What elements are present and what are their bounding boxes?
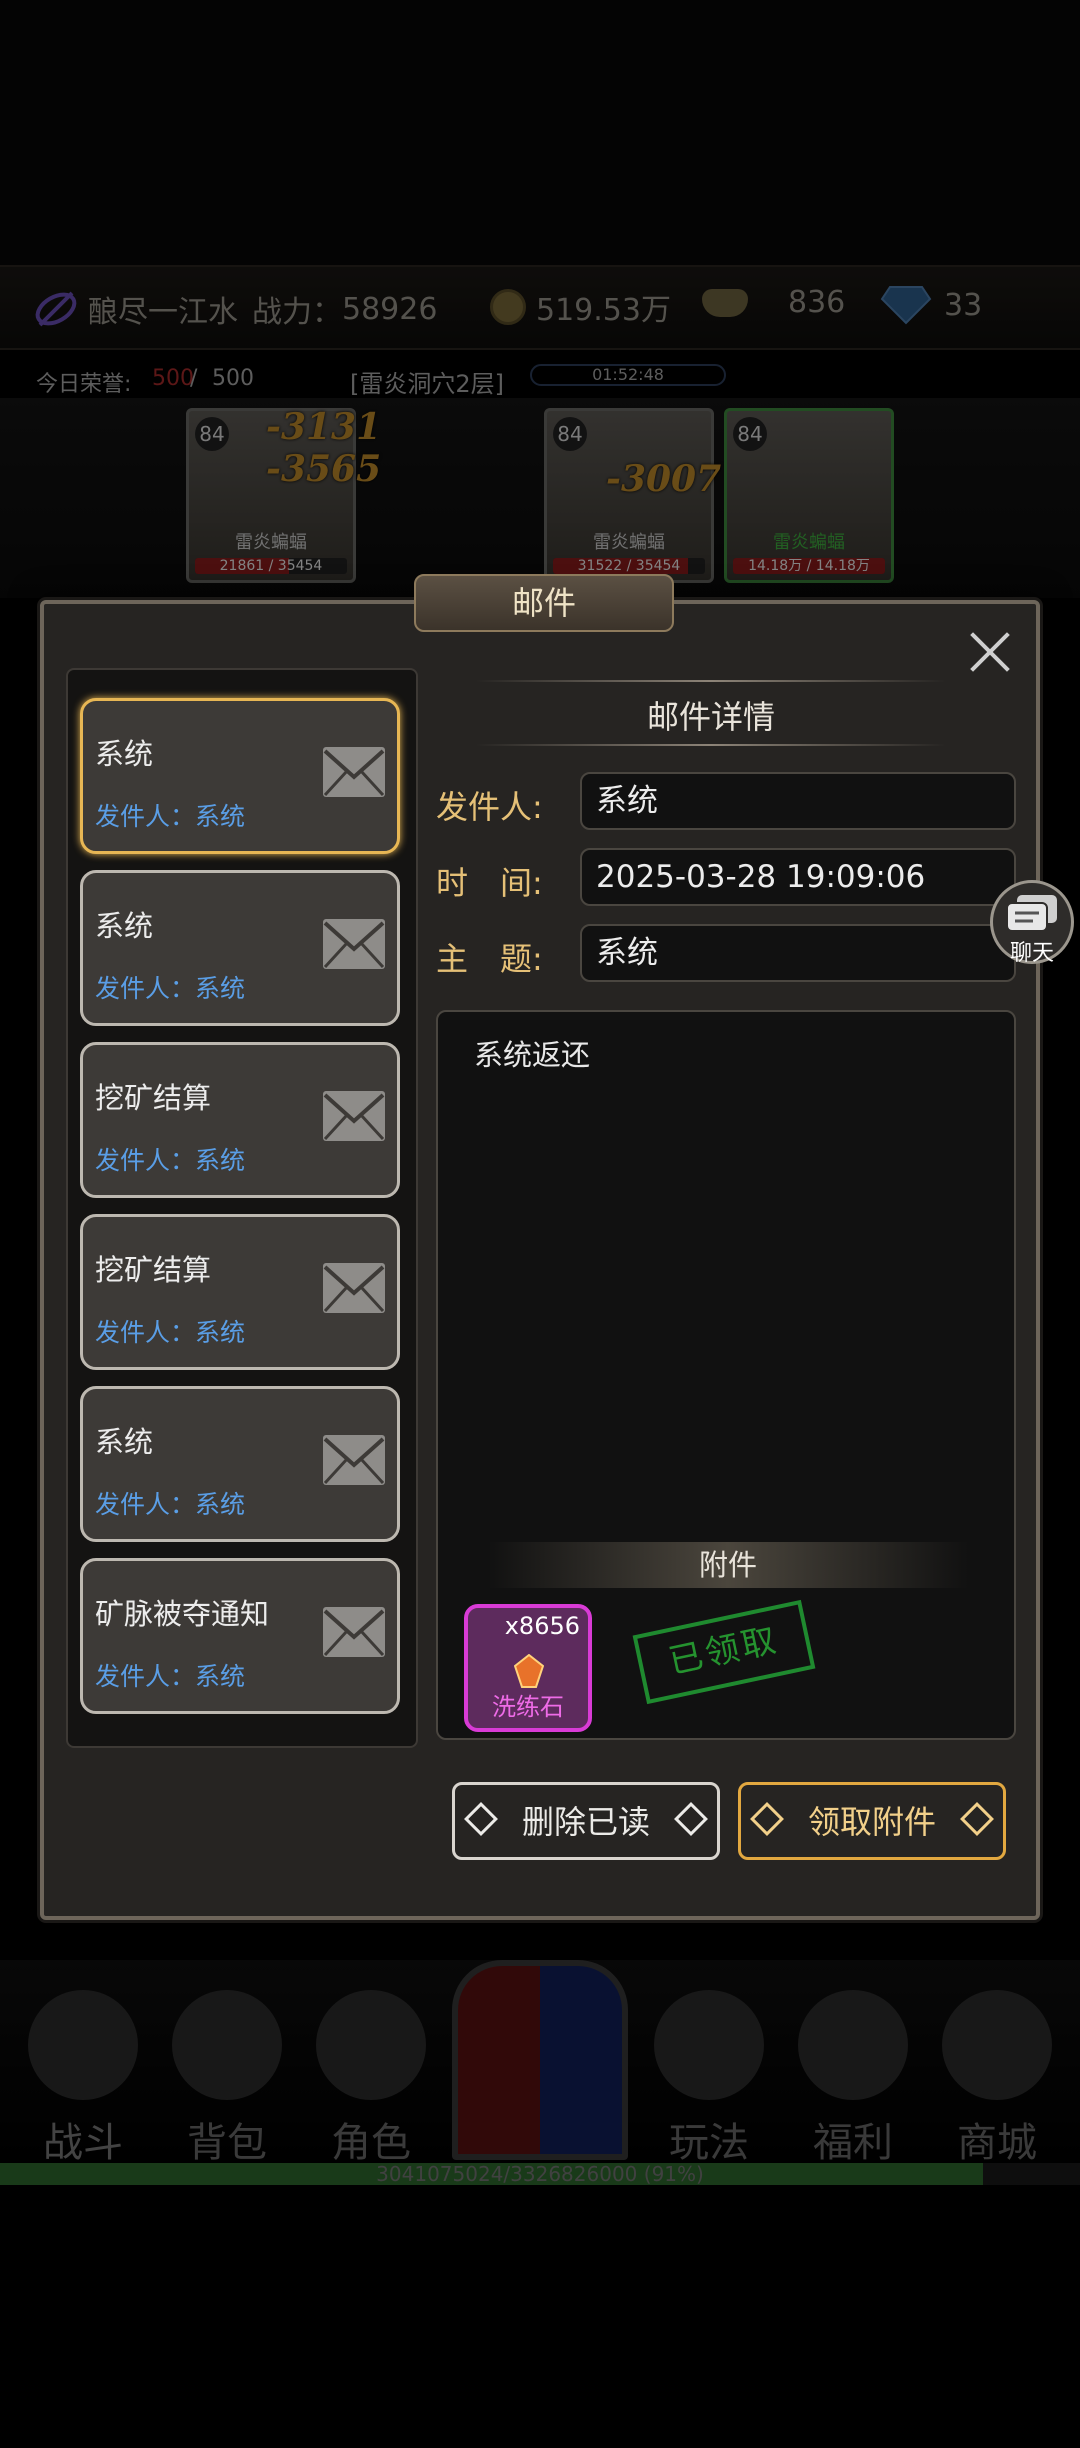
mail-content-text: 系统返还 (474, 1038, 591, 1072)
mail-title: 挖矿结算 (95, 1253, 212, 1287)
refining-stone-icon (514, 1654, 544, 1688)
diamond-ornament-icon (750, 1802, 784, 1836)
mail-sender: 发件人：系统 (95, 1318, 246, 1347)
ornament-divider (476, 744, 946, 746)
mail-item[interactable]: 挖矿结算 发件人：系统 (80, 1214, 400, 1370)
envelope-icon (323, 1607, 385, 1657)
mail-title: 矿脉被夺通知 (95, 1597, 270, 1631)
envelope-icon (323, 1263, 385, 1313)
detail-title: 邮件详情 (646, 698, 775, 736)
chat-label: 聊天 (1009, 941, 1054, 966)
attachment-name: 洗练石 (492, 1693, 564, 1721)
claim-attachment-button[interactable]: 领取附件 (738, 1782, 1006, 1860)
mail-dialog: 邮件 系统 发件人：系统 系统 发件人：系统 挖矿结算 发件人：系统 挖矿结算 … (40, 574, 1040, 1920)
mail-content-box: 系统返还 附件 x8656 洗练石 已领取 (436, 1010, 1016, 1740)
mail-title: 挖矿结算 (95, 1081, 212, 1115)
envelope-icon (323, 1435, 385, 1485)
chat-bubble-icon (1006, 895, 1057, 932)
mail-sender: 发件人：系统 (95, 1490, 246, 1519)
attachment-header: 附件 (488, 1542, 968, 1588)
sender-label: 发件人: (436, 788, 543, 826)
mail-list[interactable]: 系统 发件人：系统 系统 发件人：系统 挖矿结算 发件人：系统 挖矿结算 发件人… (66, 668, 418, 1748)
subject-row: 主 题: 系统 (436, 924, 1026, 982)
delete-read-label: 删除已读 (521, 1803, 650, 1841)
mail-title: 系统 (95, 909, 154, 943)
mail-item[interactable]: 系统 发件人：系统 (80, 1386, 400, 1542)
subject-label: 主 题: (436, 940, 543, 978)
mail-item[interactable]: 系统 发件人：系统 (80, 698, 400, 854)
delete-read-button[interactable]: 删除已读 (452, 1782, 720, 1860)
mail-title: 系统 (95, 1425, 154, 1459)
dialog-title: 邮件 (414, 574, 674, 632)
chat-button[interactable]: 聊天 (990, 880, 1074, 966)
sender-value: 系统 (580, 772, 1016, 830)
subject-value: 系统 (580, 924, 1016, 982)
envelope-icon (323, 919, 385, 969)
time-label: 时 间: (436, 864, 543, 902)
envelope-icon (323, 747, 385, 797)
attachment-count: x8656 (504, 1612, 580, 1640)
mail-item[interactable]: 矿脉被夺通知 发件人：系统 (80, 1558, 400, 1714)
mail-sender: 发件人：系统 (95, 802, 246, 831)
claimed-stamp: 已领取 (632, 1599, 816, 1705)
mail-item[interactable]: 挖矿结算 发件人：系统 (80, 1042, 400, 1198)
mail-sender: 发件人：系统 (95, 1146, 246, 1175)
time-row: 时 间: 2025-03-28 19:09:06 (436, 848, 1026, 906)
ornament-divider (476, 680, 946, 682)
envelope-icon (323, 1091, 385, 1141)
attachment-item[interactable]: x8656 洗练石 (464, 1604, 592, 1732)
detail-header: 邮件详情 (476, 668, 946, 748)
claim-attachment-label: 领取附件 (807, 1803, 936, 1841)
diamond-ornament-icon (674, 1802, 708, 1836)
mail-sender: 发件人：系统 (95, 974, 246, 1003)
mail-item[interactable]: 系统 发件人：系统 (80, 870, 400, 1026)
time-value: 2025-03-28 19:09:06 (580, 848, 1016, 906)
mail-sender: 发件人：系统 (95, 1662, 246, 1691)
sender-row: 发件人: 系统 (436, 772, 1026, 830)
mail-detail-panel: 邮件详情 发件人: 系统 时 间: 2025-03-28 19:09:06 主 … (436, 668, 1026, 1748)
mail-title: 系统 (95, 737, 154, 771)
diamond-ornament-icon (464, 1802, 498, 1836)
diamond-ornament-icon (960, 1802, 994, 1836)
